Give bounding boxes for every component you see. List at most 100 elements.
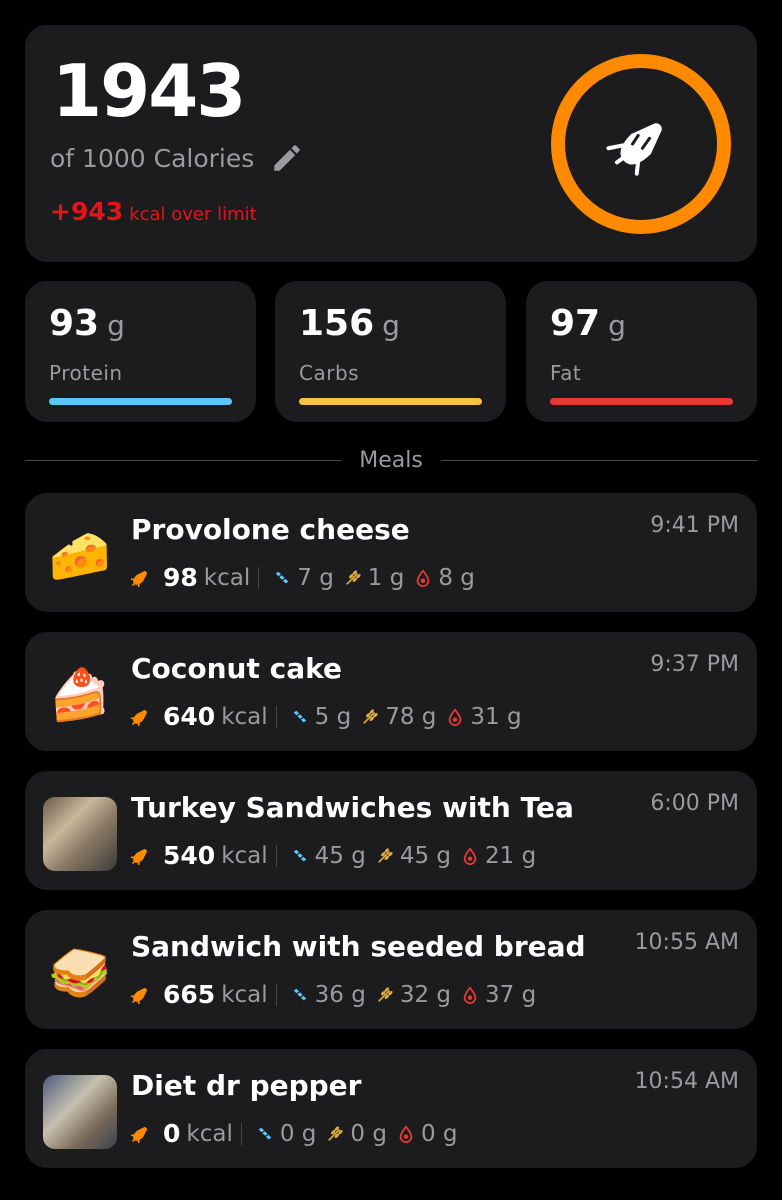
carrot-icon bbox=[606, 123, 662, 176]
meal-time: 9:37 PM bbox=[650, 652, 739, 677]
meal-time: 10:54 AM bbox=[634, 1069, 739, 1094]
meal-carbs: 1 g bbox=[367, 564, 405, 591]
meals-section-title: Meals bbox=[359, 447, 423, 473]
meal-time: 6:00 PM bbox=[650, 791, 739, 816]
protein-icon bbox=[293, 849, 306, 861]
protein-icon bbox=[293, 988, 306, 1000]
meal-photo bbox=[43, 797, 117, 871]
carbs-wheat-icon bbox=[345, 569, 361, 585]
protein-value: 93 bbox=[49, 303, 100, 344]
meal-kcal-value: 98 bbox=[163, 563, 198, 592]
carrot-icon bbox=[131, 709, 148, 726]
meal-emoji-icon: 🍰 bbox=[48, 665, 112, 724]
carbs-wheat-icon bbox=[377, 986, 393, 1002]
carbs-wheat-icon bbox=[328, 1125, 343, 1141]
meal-protein: 0 g bbox=[279, 1120, 317, 1147]
carbs-label: Carbs bbox=[299, 361, 360, 385]
meal-stats: 640 kcal 5 g 78 g 31 g bbox=[131, 702, 526, 731]
edit-pencil-icon[interactable] bbox=[270, 141, 304, 175]
carbs-value: 156 bbox=[299, 303, 375, 344]
meal-protein: 36 g bbox=[314, 981, 366, 1008]
meal-kcal-unit: kcal bbox=[186, 1120, 233, 1147]
protein-unit: g bbox=[107, 309, 125, 342]
carrot-icon bbox=[131, 987, 148, 1004]
carrot-icon bbox=[131, 1126, 148, 1143]
over-limit-text: kcal over limit bbox=[129, 204, 257, 225]
meal-stats: 0 kcal 0 g 0 g 0 g bbox=[131, 1119, 462, 1148]
meal-protein: 45 g bbox=[314, 842, 366, 869]
meal-stats: 98 kcal 7 g 1 g 8 g bbox=[131, 563, 479, 592]
meal-name: Provolone cheese bbox=[131, 513, 410, 546]
calorie-goal-text: of 1000 Calories bbox=[50, 143, 255, 173]
meal-kcal-unit: kcal bbox=[221, 842, 268, 869]
meal-fat: 31 g bbox=[470, 703, 522, 730]
meal-carbs: 45 g bbox=[399, 842, 452, 869]
carbs-bar bbox=[299, 398, 482, 405]
meal-card[interactable]: Turkey Sandwiches with Tea 6:00 PM 540 k… bbox=[25, 771, 757, 890]
divider-line-right bbox=[440, 459, 758, 461]
calories-consumed: 1943 bbox=[52, 49, 246, 133]
fat-value-line: 97 g bbox=[550, 303, 626, 344]
protein-icon bbox=[293, 710, 306, 722]
over-limit-value: +943 bbox=[50, 197, 124, 226]
carbs-unit: g bbox=[382, 309, 400, 342]
fat-unit: g bbox=[608, 309, 626, 342]
fat-drop-icon bbox=[399, 1124, 413, 1143]
meal-kcal-value: 640 bbox=[163, 702, 216, 731]
protein-label: Protein bbox=[49, 361, 123, 385]
carbs-value-line: 156 g bbox=[299, 303, 400, 344]
meals-section-header: Meals bbox=[25, 445, 758, 475]
fat-drop-icon bbox=[463, 846, 477, 865]
meal-protein: 5 g bbox=[314, 703, 352, 730]
meal-emoji-icon: 🥪 bbox=[48, 943, 112, 1002]
protein-bar bbox=[49, 398, 232, 405]
meal-fat: 8 g bbox=[438, 564, 475, 591]
meal-carbs: 78 g bbox=[385, 703, 437, 730]
stats-separator bbox=[275, 983, 277, 1006]
macro-card-fat[interactable]: 97 g Fat bbox=[526, 281, 757, 422]
divider-line-left bbox=[25, 459, 342, 461]
meal-name: Turkey Sandwiches with Tea bbox=[131, 791, 574, 824]
meal-fat: 0 g bbox=[420, 1120, 458, 1147]
protein-icon bbox=[258, 1127, 272, 1139]
protein-value-line: 93 g bbox=[49, 303, 125, 344]
meal-carbs: 32 g bbox=[399, 981, 452, 1008]
stats-separator bbox=[240, 1122, 242, 1145]
meal-name: Diet dr pepper bbox=[131, 1069, 362, 1102]
macro-card-protein[interactable]: 93 g Protein bbox=[25, 281, 256, 422]
over-limit-line: +943 kcal over limit bbox=[50, 197, 257, 226]
meal-stats: 540 kcal 45 g 45 g 21 g bbox=[131, 841, 540, 870]
meal-time: 9:41 PM bbox=[650, 513, 739, 538]
fat-bar bbox=[550, 398, 733, 405]
meal-emoji-icon: 🧀 bbox=[48, 526, 112, 585]
meal-photo bbox=[43, 1075, 117, 1149]
meal-kcal-value: 0 bbox=[163, 1119, 181, 1148]
fat-value: 97 bbox=[550, 303, 601, 344]
calorie-progress-ring bbox=[551, 54, 731, 234]
fat-drop-icon bbox=[417, 568, 430, 587]
meal-card[interactable]: 🥪 Sandwich with seeded bread 10:55 AM 66… bbox=[25, 910, 757, 1029]
meal-time: 10:55 AM bbox=[634, 930, 739, 955]
meal-fat: 37 g bbox=[485, 981, 537, 1008]
carrot-icon bbox=[131, 848, 148, 865]
meal-stats: 665 kcal 36 g 32 g 37 g bbox=[131, 980, 540, 1009]
calorie-summary-card[interactable]: 1943 of 1000 Calories +943 kcal over lim… bbox=[25, 25, 757, 262]
meal-name: Coconut cake bbox=[131, 652, 342, 685]
macro-card-carbs[interactable]: 156 g Carbs bbox=[275, 281, 506, 422]
stats-separator bbox=[275, 844, 277, 867]
meal-kcal-value: 665 bbox=[163, 980, 216, 1009]
stats-separator bbox=[258, 566, 260, 589]
meal-card[interactable]: 🍰 Coconut cake 9:37 PM 640 kcal 5 g 78 g… bbox=[25, 632, 757, 751]
carbs-wheat-icon bbox=[377, 847, 393, 863]
meal-kcal-unit: kcal bbox=[221, 981, 268, 1008]
calorie-goal-line: of 1000 Calories bbox=[50, 141, 304, 175]
meal-card[interactable]: Diet dr pepper 10:54 AM 0 kcal 0 g 0 g 0… bbox=[25, 1049, 757, 1168]
meal-card[interactable]: 🧀 Provolone cheese 9:41 PM 98 kcal 7 g 1… bbox=[25, 493, 757, 612]
meal-kcal-value: 540 bbox=[163, 841, 216, 870]
protein-icon bbox=[275, 571, 289, 583]
carrot-icon bbox=[131, 570, 148, 587]
fat-label: Fat bbox=[550, 361, 582, 385]
meal-kcal-unit: kcal bbox=[203, 564, 251, 591]
carbs-wheat-icon bbox=[363, 708, 378, 724]
meal-name: Sandwich with seeded bread bbox=[131, 930, 586, 963]
